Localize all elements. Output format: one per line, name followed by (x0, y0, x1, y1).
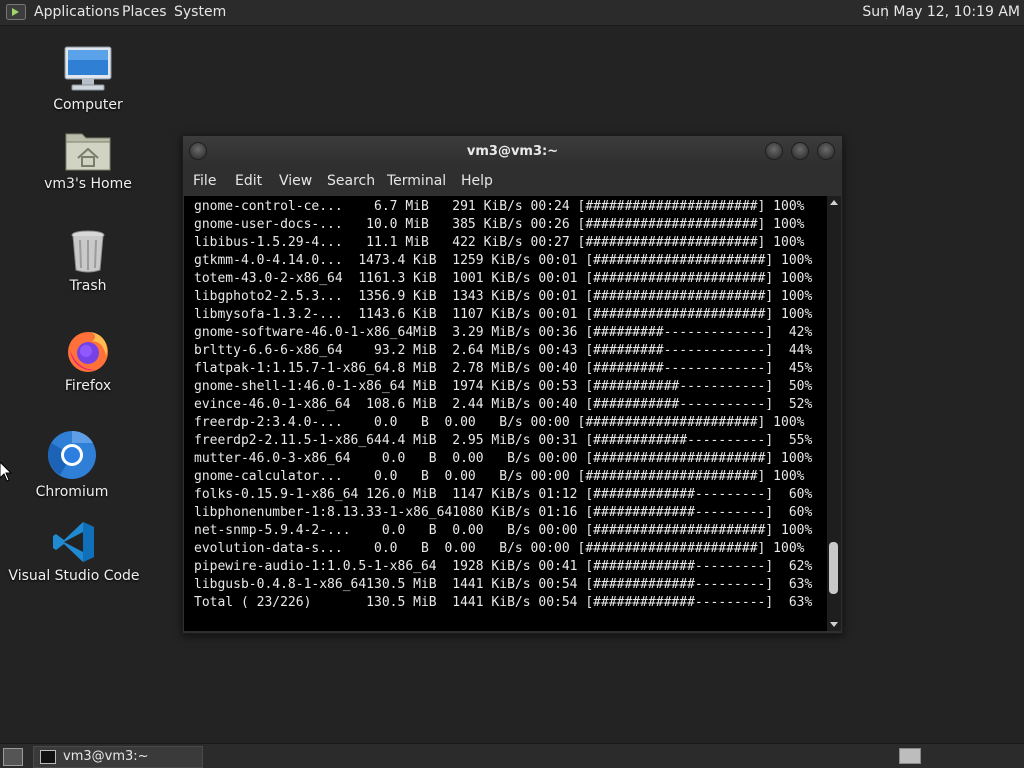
terminal-line: libmysofa-1.3.2-... 1143.6 KiB 1107 KiB/… (194, 307, 813, 322)
terminal-line: evolution-data-s... 0.0 B 0.00 B/s 00:00… (194, 541, 805, 556)
desktop-icon-home[interactable]: vm3's Home (18, 128, 158, 192)
terminal-menubar: File Edit View Search Terminal Help (183, 167, 842, 196)
scrollbar-thumb[interactable] (829, 541, 838, 594)
terminal-icon (40, 750, 56, 764)
terminal-line: net-snmp-5.9.4-2-... 0.0 B 0.00 B/s 00:0… (194, 523, 813, 538)
terminal-line: freerdp-2:3.4.0-... 0.0 B 0.00 B/s 00:00… (194, 415, 805, 430)
menu-search[interactable]: Search (327, 167, 375, 196)
terminal-line: libibus-1.5.29-4... 11.1 MiB 422 KiB/s 0… (194, 235, 805, 250)
terminal-line: folks-0.15.9-1-x86_64 126.0 MiB 1147 KiB… (194, 487, 813, 502)
menu-places[interactable]: Places (122, 0, 167, 25)
show-desktop-icon[interactable] (3, 748, 23, 766)
vscode-icon (53, 522, 94, 562)
scroll-down-arrow-icon[interactable] (830, 622, 838, 627)
terminal-line: brltty-6.6-6-x86_64 93.2 MiB 2.64 MiB/s … (194, 343, 813, 358)
desktop-icon-chromium[interactable]: Chromium (2, 430, 142, 500)
scroll-up-arrow-icon[interactable] (830, 200, 838, 205)
menu-view[interactable]: View (279, 167, 312, 196)
desktop-icon-firefox[interactable]: Firefox (18, 326, 158, 394)
maximize-button[interactable] (791, 142, 809, 160)
menu-file[interactable]: File (193, 167, 216, 196)
mouse-cursor-icon (0, 462, 12, 482)
terminal-line: gnome-control-ce... 6.7 MiB 291 KiB/s 00… (194, 199, 805, 214)
desktop-icon-label: Firefox (64, 378, 112, 394)
terminal-line: gnome-user-docs-... 10.0 MiB 385 KiB/s 0… (194, 217, 805, 232)
desktop-icon-label: Visual Studio Code (8, 568, 140, 584)
terminal-line: gtkmm-4.0-4.14.0... 1473.4 KiB 1259 KiB/… (194, 253, 813, 268)
terminal-window[interactable]: vm3@vm3:~ File Edit View Search Terminal… (182, 135, 843, 634)
terminal-line: flatpak-1:1.15.7-1-x86_64.8 MiB 2.78 MiB… (194, 361, 813, 376)
terminal-output[interactable]: gnome-control-ce... 6.7 MiB 291 KiB/s 00… (184, 196, 827, 631)
firefox-icon (68, 332, 108, 372)
workspace-switcher[interactable] (899, 748, 921, 764)
terminal-line: evince-46.0-1-x86_64 108.6 MiB 2.44 MiB/… (194, 397, 813, 412)
terminal-line: libgphoto2-2.5.3... 1356.9 KiB 1343 KiB/… (194, 289, 813, 304)
top-panel: Applications Places System Sun May 12, 1… (0, 0, 1024, 26)
home-folder-icon (65, 133, 111, 171)
terminal-line: freerdp2-2.11.5-1-x86_644.4 MiB 2.95 MiB… (194, 433, 813, 448)
close-button[interactable] (817, 142, 835, 160)
terminal-line: gnome-shell-1:46.0-1-x86_64 MiB 1974 KiB… (194, 379, 813, 394)
desktop-icon-vscode[interactable]: Visual Studio Code (4, 520, 144, 584)
clock[interactable]: Sun May 12, 10:19 AM (862, 0, 1020, 25)
terminal-titlebar[interactable]: vm3@vm3:~ (183, 136, 842, 167)
menu-terminal[interactable]: Terminal (387, 167, 446, 196)
desktop-icon-trash[interactable]: Trash (18, 228, 158, 294)
desktop-icon-label: Chromium (35, 484, 109, 500)
terminal-line: totem-43.0-2-x86_64 1161.3 KiB 1001 KiB/… (194, 271, 813, 286)
menu-system[interactable]: System (174, 0, 226, 25)
menu-help[interactable]: Help (461, 167, 493, 196)
window-title: vm3@vm3:~ (466, 144, 559, 159)
terminal-line: libgusb-0.4.8-1-x86_64130.5 MiB 1441 KiB… (194, 577, 813, 592)
minimize-button[interactable] (765, 142, 783, 160)
terminal-line: gnome-calculator... 0.0 B 0.00 B/s 00:00… (194, 469, 805, 484)
terminal-line: Total ( 23/226) 130.5 MiB 1441 KiB/s 00:… (194, 595, 813, 610)
terminal-line: libphonenumber-1:8.13.33-1-x86_641080 Ki… (194, 505, 813, 520)
desktop-icon-label: vm3's Home (44, 176, 132, 192)
trash-icon (71, 230, 105, 273)
terminal-line: pipewire-audio-1:1.0.5-1-x86_64 1928 KiB… (194, 559, 813, 574)
bottom-panel: vm3@vm3:~ (0, 743, 1024, 768)
menu-applications[interactable]: Applications (34, 0, 120, 25)
terminal-line: gnome-software-46.0-1-x86_64MiB 3.29 MiB… (194, 325, 813, 340)
menu-edit[interactable]: Edit (235, 167, 262, 196)
desktop-icon-computer[interactable]: Computer (18, 45, 158, 113)
taskbar-button-label: vm3@vm3:~ (63, 749, 149, 764)
desktop-screen: Applications Places System Sun May 12, 1… (0, 0, 1024, 768)
terminal-scrollbar[interactable] (827, 196, 841, 631)
desktop-icon-label: Trash (69, 278, 107, 294)
computer-icon (64, 46, 112, 91)
applications-menu-icon[interactable] (6, 4, 26, 20)
terminal-line: mutter-46.0-3-x86_64 0.0 B 0.00 B/s 00:0… (194, 451, 813, 466)
desktop-icon-label: Computer (53, 97, 123, 113)
taskbar-button-terminal[interactable]: vm3@vm3:~ (33, 746, 203, 768)
window-menu-button[interactable] (189, 142, 207, 160)
chromium-icon (48, 430, 96, 479)
